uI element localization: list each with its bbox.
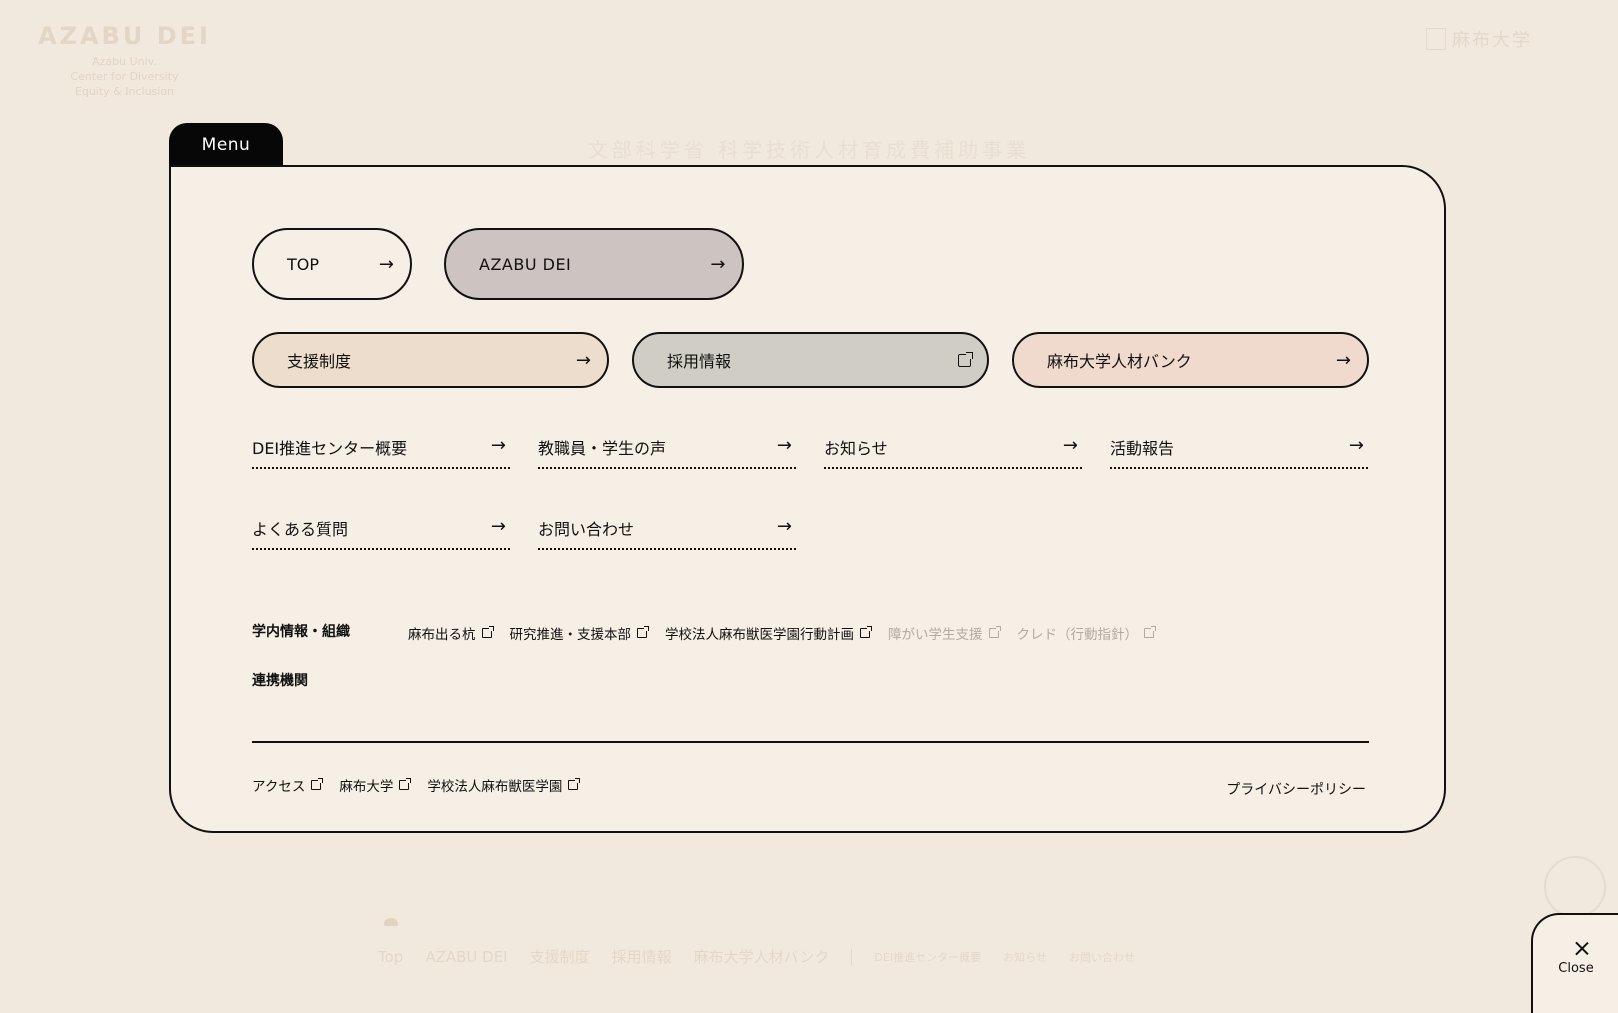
external-link-icon bbox=[1144, 626, 1156, 638]
support-system-button[interactable]: 支援制度 → bbox=[252, 332, 609, 388]
nav-link-faq[interactable]: よくある質問 → bbox=[252, 506, 510, 550]
campus-info-links: 麻布出る杭 研究推進・支援本部 学校法人麻布獣医学園行動計画 障がい学生支援 ク… bbox=[408, 623, 1156, 643]
campus-info-label: 学内情報・組織 bbox=[252, 624, 350, 640]
azabu-dei-button[interactable]: AZABU DEI → bbox=[444, 228, 744, 300]
external-link-icon bbox=[958, 351, 973, 367]
top-button-label: TOP bbox=[287, 254, 320, 274]
logo-sub-line: Azabu Univ. bbox=[92, 55, 157, 68]
info-link-label: 障がい学生支援 bbox=[888, 627, 983, 643]
top-button[interactable]: TOP → bbox=[252, 228, 412, 300]
nav-link-activity-report[interactable]: 活動報告 → bbox=[1110, 425, 1368, 469]
footer-link-label: 学校法人麻布獣医学園 bbox=[427, 779, 563, 795]
logo-sub-line: Center for Diversity bbox=[70, 70, 179, 83]
menu-tab: Menu bbox=[169, 123, 283, 167]
external-link-icon bbox=[860, 626, 872, 638]
info-link-action-plan[interactable]: 学校法人麻布獣医学園行動計画 bbox=[665, 623, 872, 643]
footer-link-access[interactable]: アクセス bbox=[252, 775, 324, 795]
nav-link-label: よくある質問 bbox=[252, 520, 349, 539]
footer-link-school-corporation[interactable]: 学校法人麻布獣医学園 bbox=[427, 775, 581, 795]
bg-footer-small-item: DEI推進センター概要 bbox=[874, 950, 982, 964]
bg-footer-item: 麻布大学人材バンク bbox=[693, 948, 830, 966]
arrow-right-icon: → bbox=[776, 435, 792, 456]
bg-footer-item: 支援制度 bbox=[529, 948, 590, 966]
external-link-icon bbox=[481, 626, 494, 638]
nav-link-contact[interactable]: お問い合わせ → bbox=[538, 506, 796, 550]
talent-bank-label: 麻布大学人材バンク bbox=[1047, 352, 1192, 371]
background-logo-sub: Azabu Univ. Center for Diversity Equity … bbox=[38, 54, 211, 99]
nav-link-label: お知らせ bbox=[824, 439, 888, 458]
background-logo: AZABU DEI Azabu Univ. Center for Diversi… bbox=[38, 22, 211, 99]
nav-link-label: DEI推進センター概要 bbox=[252, 439, 408, 458]
logo-sub-line: Equity & Inclusion bbox=[74, 85, 175, 98]
arrow-right-icon: → bbox=[575, 349, 591, 371]
nav-link-news[interactable]: お知らせ → bbox=[824, 425, 1082, 469]
background-footer-nav: Top AZABU DEI 支援制度 採用情報 麻布大学人材バンク DEI推進セ… bbox=[378, 946, 1135, 967]
arrow-right-icon: → bbox=[1348, 435, 1364, 456]
nav-link-voices[interactable]: 教職員・学生の声 → bbox=[538, 425, 796, 469]
recruitment-label: 採用情報 bbox=[667, 352, 732, 371]
info-link-derukui[interactable]: 麻布出る杭 bbox=[408, 623, 494, 643]
arrow-right-icon: → bbox=[1335, 349, 1351, 371]
menu-panel: TOP → AZABU DEI → 支援制度 → 採用情報 麻布大学人材バンク … bbox=[169, 165, 1446, 833]
info-link-label: クレド（行動指針） bbox=[1016, 627, 1139, 643]
external-link-icon bbox=[988, 626, 1001, 638]
footer-link-label: 麻布大学 bbox=[339, 779, 394, 795]
bg-footer-item: AZABU DEI bbox=[425, 947, 508, 966]
arrow-right-icon: → bbox=[490, 435, 506, 456]
close-label: Close bbox=[1558, 961, 1594, 976]
bg-footer-item: Top bbox=[378, 947, 404, 966]
nav-link-dei-center-overview[interactable]: DEI推進センター概要 → bbox=[252, 425, 510, 469]
info-link-disability-support[interactable]: 障がい学生支援 bbox=[888, 623, 1001, 643]
bg-footer-small-item: お知らせ bbox=[1003, 950, 1047, 964]
bg-footer-item: 採用情報 bbox=[611, 948, 672, 966]
arrow-right-icon: → bbox=[1062, 435, 1078, 456]
info-link-label: 麻布出る杭 bbox=[408, 627, 476, 643]
background-logo-mark: AZABU DEI bbox=[38, 22, 211, 50]
close-button[interactable]: Close bbox=[1531, 913, 1618, 1013]
recruitment-button[interactable]: 採用情報 bbox=[632, 332, 989, 388]
support-system-label: 支援制度 bbox=[287, 352, 352, 371]
arrow-right-icon: → bbox=[710, 253, 726, 275]
footer-link-label: アクセス bbox=[252, 779, 306, 795]
nav-link-label: 活動報告 bbox=[1110, 439, 1175, 458]
info-link-label: 研究推進・支援本部 bbox=[509, 627, 632, 643]
privacy-policy-link[interactable]: プライバシーポリシー bbox=[1226, 779, 1366, 799]
nav-link-label: 教職員・学生の声 bbox=[538, 439, 667, 458]
external-link-icon bbox=[399, 778, 412, 790]
external-link-icon bbox=[568, 778, 581, 790]
divider bbox=[252, 741, 1369, 743]
menu-footer-links: アクセス 麻布大学 学校法人麻布獣医学園 bbox=[252, 775, 581, 795]
mascot-icon bbox=[1544, 856, 1606, 918]
close-icon bbox=[1575, 941, 1589, 955]
info-link-research-support[interactable]: 研究推進・支援本部 bbox=[509, 623, 649, 643]
background-university-logo: 麻布大学 bbox=[1426, 26, 1532, 52]
footer-link-azabu-university[interactable]: 麻布大学 bbox=[339, 775, 412, 795]
bg-footer-separator bbox=[851, 948, 853, 965]
university-seal-icon bbox=[1426, 28, 1446, 50]
partners-label: 連携機関 bbox=[252, 673, 308, 689]
university-name: 麻布大学 bbox=[1452, 30, 1532, 51]
arrow-right-icon: → bbox=[490, 516, 506, 537]
external-link-icon bbox=[637, 626, 649, 638]
arrow-right-icon: → bbox=[776, 516, 792, 537]
bg-footer-small-item: お問い合わせ bbox=[1068, 950, 1135, 964]
azabu-dei-button-label: AZABU DEI bbox=[479, 254, 572, 274]
info-link-label: 学校法人麻布獣医学園行動計画 bbox=[665, 627, 854, 643]
talent-bank-button[interactable]: 麻布大学人材バンク → bbox=[1012, 332, 1369, 388]
nav-link-label: お問い合わせ bbox=[538, 520, 635, 539]
heart-icon bbox=[384, 918, 398, 926]
arrow-right-icon: → bbox=[378, 253, 394, 275]
external-link-icon bbox=[311, 778, 324, 790]
info-link-credo[interactable]: クレド（行動指針） bbox=[1016, 623, 1156, 643]
